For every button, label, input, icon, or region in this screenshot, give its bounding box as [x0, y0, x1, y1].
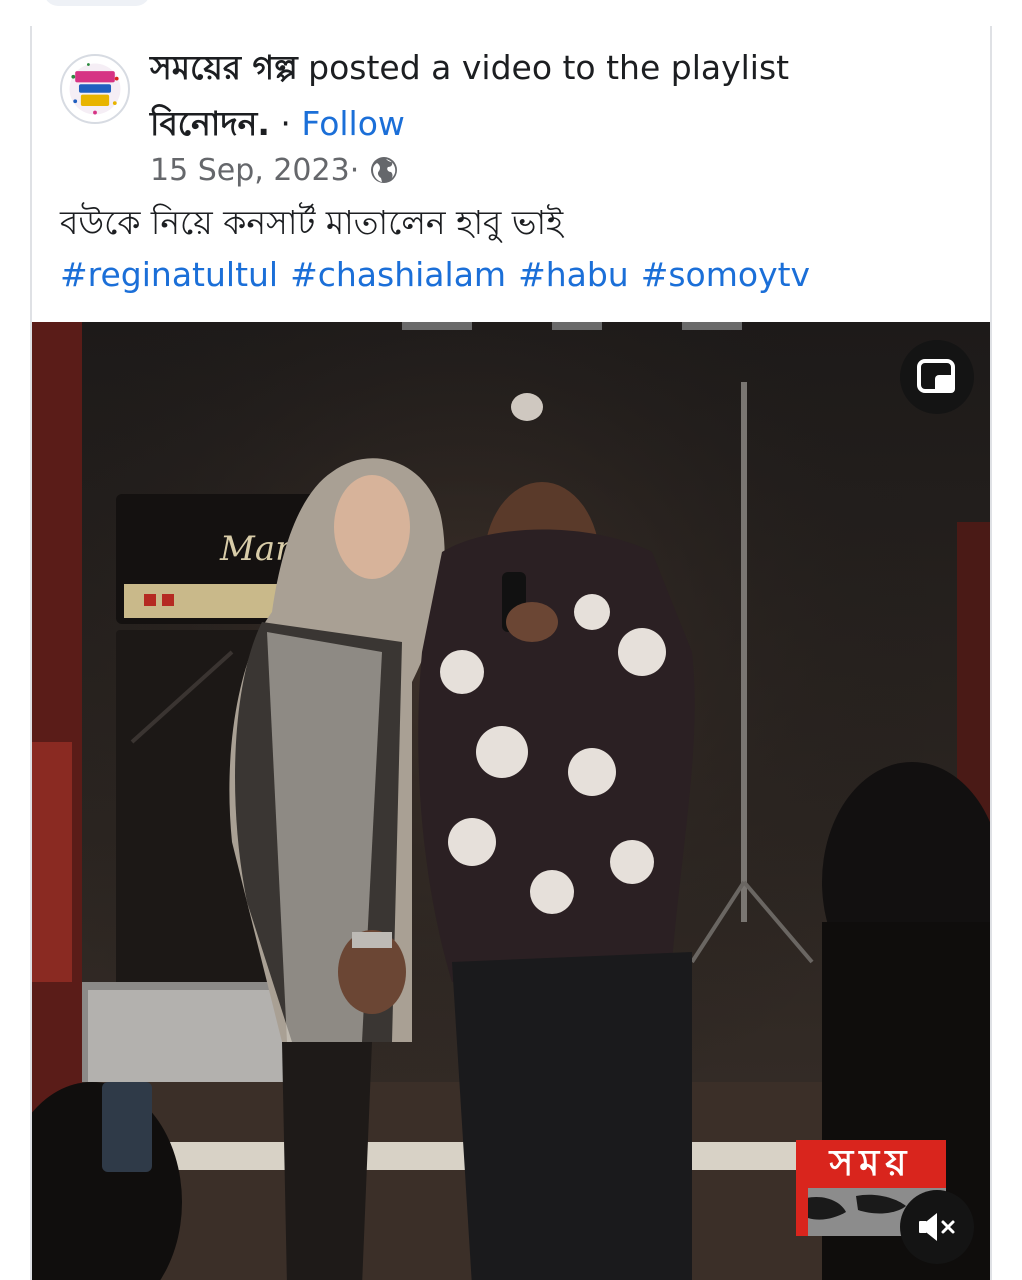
picture-in-picture-button[interactable]: [900, 340, 974, 414]
hashtag-link[interactable]: #chashialam: [290, 250, 506, 300]
follow-button[interactable]: Follow: [301, 104, 405, 143]
separator-dot: ·: [269, 104, 302, 143]
post-meta: 15 Sep, 2023 ·: [150, 150, 399, 190]
globe-icon[interactable]: [369, 155, 399, 185]
post-headline: সময়ের গল্প posted a video to the playli…: [150, 40, 950, 152]
top-pill: [44, 0, 150, 6]
hashtag-link[interactable]: #reginatultul: [60, 250, 278, 300]
date-separator: ·: [349, 152, 360, 188]
hashtag-link[interactable]: #habu: [518, 250, 629, 300]
speaker-muted-icon: [919, 1213, 955, 1241]
page-avatar[interactable]: [60, 54, 130, 124]
mute-button[interactable]: [900, 1190, 974, 1264]
playlist-link[interactable]: বিনোদন.: [150, 104, 270, 143]
post-card: সময়ের গল্প posted a video to the playli…: [30, 26, 992, 1280]
video-player[interactable]: Mar সময়: [32, 322, 990, 1280]
watermark-text: সময়: [796, 1140, 946, 1188]
post-date[interactable]: 15 Sep, 2023: [150, 153, 350, 188]
page-name-link[interactable]: সময়ের গল্প: [150, 48, 298, 87]
video-frame: Mar: [32, 322, 990, 1280]
hashtag-link[interactable]: #somoytv: [641, 250, 810, 300]
avatar-logo-icon: [62, 56, 128, 122]
picture-in-picture-icon: [917, 359, 955, 393]
action-text: posted a video to the playlist: [297, 48, 790, 87]
hashtag-list: #reginatultul #chashialam #habu #somoytv: [60, 250, 810, 300]
post-caption: বউকে নিয়ে কনসার্ট মাতালেন হাবু ভাই: [60, 203, 564, 242]
post-header: সময়ের গল্প posted a video to the playli…: [32, 26, 990, 322]
